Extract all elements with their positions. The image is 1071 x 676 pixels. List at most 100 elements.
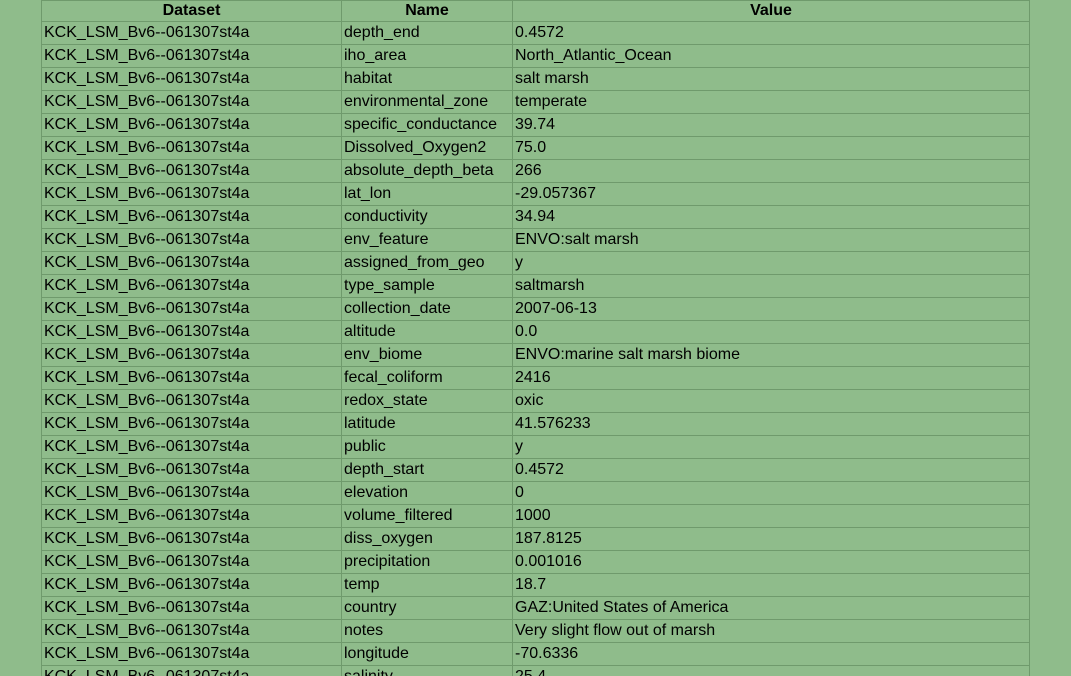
table-row: KCK_LSM_Bv6--061307st4a collection_date 20…	[41, 297, 1030, 321]
cell-value: 75.0	[512, 136, 1030, 160]
table-row: KCK_LSM_Bv6--061307st4a diss_oxygen 187.81…	[41, 527, 1030, 551]
cell-name: volume_filtered	[341, 504, 513, 528]
cell-name: depth_end	[341, 21, 513, 45]
cell-name: Dissolved_Oxygen2	[341, 136, 513, 160]
table-row: KCK_LSM_Bv6--061307st4a latitude 41.576233	[41, 412, 1030, 436]
cell-value: 1000	[512, 504, 1030, 528]
cell-dataset: KCK_LSM_Bv6--061307st4a	[41, 159, 342, 183]
cell-value: -70.6336	[512, 642, 1030, 666]
column-header-name[interactable]: Name	[341, 0, 513, 22]
cell-name: type_sample	[341, 274, 513, 298]
cell-value: y	[512, 251, 1030, 275]
cell-name: diss_oxygen	[341, 527, 513, 551]
table-row: KCK_LSM_Bv6--061307st4a public y	[41, 435, 1030, 459]
cell-value: oxic	[512, 389, 1030, 413]
table-row: KCK_LSM_Bv6--061307st4a altitude 0.0	[41, 320, 1030, 344]
cell-dataset: KCK_LSM_Bv6--061307st4a	[41, 205, 342, 229]
cell-dataset: KCK_LSM_Bv6--061307st4a	[41, 343, 342, 367]
table-row: KCK_LSM_Bv6--061307st4a assigned_from_geo…	[41, 251, 1030, 275]
table-row: KCK_LSM_Bv6--061307st4a conductivity 34.94	[41, 205, 1030, 229]
cell-dataset: KCK_LSM_Bv6--061307st4a	[41, 182, 342, 206]
cell-dataset: KCK_LSM_Bv6--061307st4a	[41, 481, 342, 505]
table-row: KCK_LSM_Bv6--061307st4a redox_state oxic	[41, 389, 1030, 413]
column-header-value[interactable]: Value	[512, 0, 1030, 22]
table-row: KCK_LSM_Bv6--061307st4a env_biome ENVO:mar…	[41, 343, 1030, 367]
table-row: KCK_LSM_Bv6--061307st4a habitat salt marsh	[41, 67, 1030, 91]
cell-value: ENVO:marine salt marsh biome	[512, 343, 1030, 367]
cell-value: 18.7	[512, 573, 1030, 597]
cell-name: elevation	[341, 481, 513, 505]
table-row: KCK_LSM_Bv6--061307st4a env_feature ENVO:s…	[41, 228, 1030, 252]
cell-dataset: KCK_LSM_Bv6--061307st4a	[41, 596, 342, 620]
table-row: KCK_LSM_Bv6--061307st4a precipitation 0.00…	[41, 550, 1030, 574]
cell-name: env_biome	[341, 343, 513, 367]
table-row: KCK_LSM_Bv6--061307st4a depth_end 0.4572	[41, 21, 1030, 45]
cell-dataset: KCK_LSM_Bv6--061307st4a	[41, 113, 342, 137]
table-row: KCK_LSM_Bv6--061307st4a depth_start 0.4572	[41, 458, 1030, 482]
table-row: KCK_LSM_Bv6--061307st4a lat_lon -29.057367	[41, 182, 1030, 206]
cell-dataset: KCK_LSM_Bv6--061307st4a	[41, 320, 342, 344]
table-row: KCK_LSM_Bv6--061307st4a temp 18.7	[41, 573, 1030, 597]
table-row: KCK_LSM_Bv6--061307st4a Dissolved_Oxygen2…	[41, 136, 1030, 160]
cell-name: fecal_coliform	[341, 366, 513, 390]
cell-value: North_Atlantic_Ocean	[512, 44, 1030, 68]
cell-value: 0.4572	[512, 21, 1030, 45]
cell-name: redox_state	[341, 389, 513, 413]
cell-dataset: KCK_LSM_Bv6--061307st4a	[41, 251, 342, 275]
table-row: KCK_LSM_Bv6--061307st4a specific_conducta…	[41, 113, 1030, 137]
cell-dataset: KCK_LSM_Bv6--061307st4a	[41, 136, 342, 160]
cell-dataset: KCK_LSM_Bv6--061307st4a	[41, 619, 342, 643]
cell-dataset: KCK_LSM_Bv6--061307st4a	[41, 90, 342, 114]
cell-value: GAZ:United States of America	[512, 596, 1030, 620]
cell-dataset: KCK_LSM_Bv6--061307st4a	[41, 458, 342, 482]
cell-dataset: KCK_LSM_Bv6--061307st4a	[41, 550, 342, 574]
table-row: KCK_LSM_Bv6--061307st4a fecal_coliform 241…	[41, 366, 1030, 390]
cell-name: notes	[341, 619, 513, 643]
cell-value: ENVO:salt marsh	[512, 228, 1030, 252]
cell-value: 0.001016	[512, 550, 1030, 574]
cell-name: assigned_from_geo	[341, 251, 513, 275]
cell-dataset: KCK_LSM_Bv6--061307st4a	[41, 504, 342, 528]
cell-dataset: KCK_LSM_Bv6--061307st4a	[41, 297, 342, 321]
table-row: KCK_LSM_Bv6--061307st4a type_sample saltma…	[41, 274, 1030, 298]
table-row: KCK_LSM_Bv6--061307st4a iho_area North_Atl…	[41, 44, 1030, 68]
cell-dataset: KCK_LSM_Bv6--061307st4a	[41, 389, 342, 413]
cell-dataset: KCK_LSM_Bv6--061307st4a	[41, 228, 342, 252]
table-row: KCK_LSM_Bv6--061307st4a volume_filtered 10…	[41, 504, 1030, 528]
cell-value: 25.4	[512, 665, 1030, 676]
cell-name: absolute_depth_beta	[341, 159, 513, 183]
cell-name: latitude	[341, 412, 513, 436]
cell-value: y	[512, 435, 1030, 459]
column-header-dataset[interactable]: Dataset	[41, 0, 342, 22]
cell-name: env_feature	[341, 228, 513, 252]
table-row: KCK_LSM_Bv6--061307st4a notes Very slight …	[41, 619, 1030, 643]
cell-value: temperate	[512, 90, 1030, 114]
cell-value: 2416	[512, 366, 1030, 390]
cell-value: 0	[512, 481, 1030, 505]
cell-value: 2007-06-13	[512, 297, 1030, 321]
cell-value: 41.576233	[512, 412, 1030, 436]
table-row: KCK_LSM_Bv6--061307st4a elevation 0	[41, 481, 1030, 505]
cell-name: precipitation	[341, 550, 513, 574]
cell-dataset: KCK_LSM_Bv6--061307st4a	[41, 366, 342, 390]
cell-dataset: KCK_LSM_Bv6--061307st4a	[41, 665, 342, 676]
page: Dataset Name Value KCK_LSM_Bv6--061307st…	[0, 0, 1071, 676]
table-body: KCK_LSM_Bv6--061307st4a depth_end 0.4572 KC…	[41, 21, 1030, 676]
cell-dataset: KCK_LSM_Bv6--061307st4a	[41, 44, 342, 68]
header-row: Dataset Name Value	[41, 0, 1030, 22]
cell-dataset: KCK_LSM_Bv6--061307st4a	[41, 412, 342, 436]
cell-name: lat_lon	[341, 182, 513, 206]
cell-name: collection_date	[341, 297, 513, 321]
cell-value: 0.0	[512, 320, 1030, 344]
cell-name: country	[341, 596, 513, 620]
cell-name: altitude	[341, 320, 513, 344]
cell-dataset: KCK_LSM_Bv6--061307st4a	[41, 573, 342, 597]
table-row: KCK_LSM_Bv6--061307st4a country GAZ:United…	[41, 596, 1030, 620]
cell-dataset: KCK_LSM_Bv6--061307st4a	[41, 274, 342, 298]
table-header: Dataset Name Value	[41, 0, 1030, 22]
cell-name: iho_area	[341, 44, 513, 68]
cell-name: environmental_zone	[341, 90, 513, 114]
cell-dataset: KCK_LSM_Bv6--061307st4a	[41, 21, 342, 45]
table-row: KCK_LSM_Bv6--061307st4a longitude -70.6336	[41, 642, 1030, 666]
cell-value: -29.057367	[512, 182, 1030, 206]
